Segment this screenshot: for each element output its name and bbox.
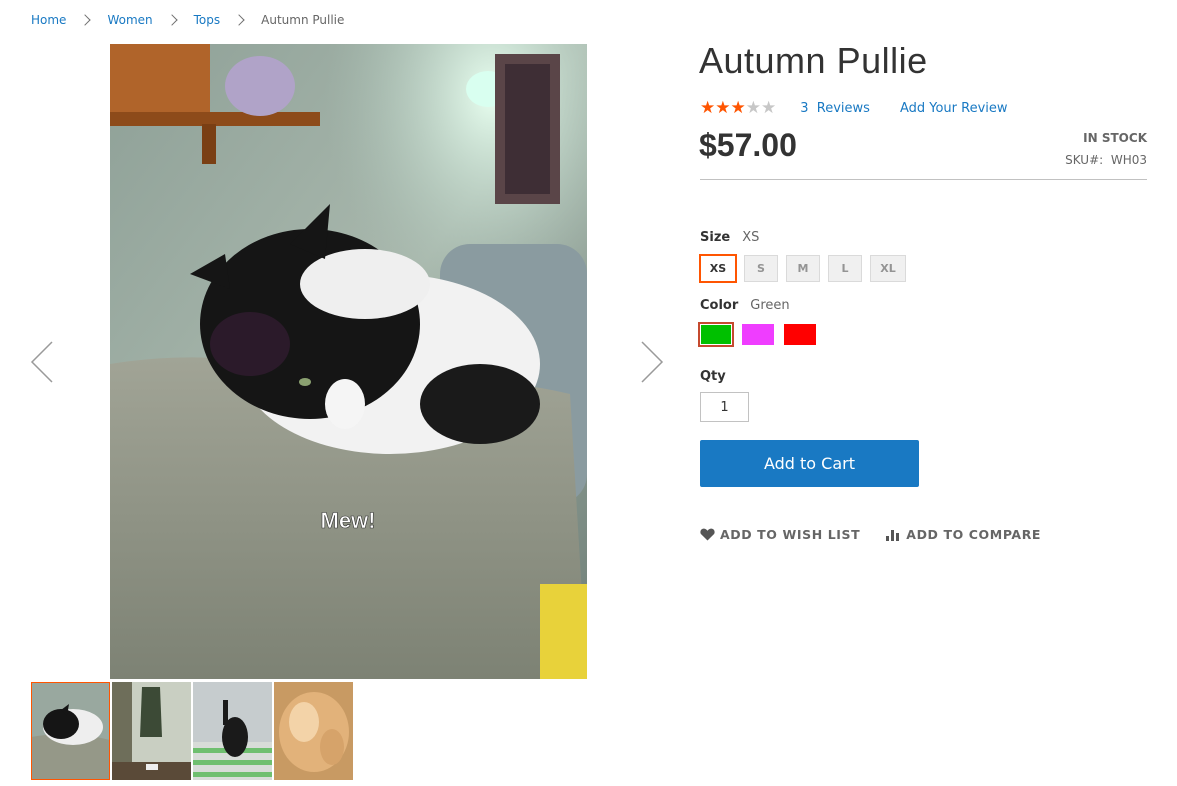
product-sku: SKU#: WH03 [1065,153,1147,167]
bar-chart-icon [886,530,900,541]
thumbnail-1[interactable] [31,682,110,780]
divider [700,179,1147,180]
size-option-label: Size XS [700,230,759,245]
color-selected-value: Green [750,298,790,313]
color-option-label: Color Green [700,298,790,313]
gallery-next-button[interactable] [628,332,668,392]
thumbnail-3[interactable] [193,682,272,780]
reviews-link[interactable]: 3 Reviews [800,101,870,116]
size-swatch-m[interactable]: M [786,255,820,282]
chevron-left-icon [30,341,53,383]
qty-input[interactable] [700,392,749,422]
color-swatch-green[interactable] [698,322,734,347]
breadcrumb-current: Autumn Pullie [261,13,345,27]
thumbnail-2[interactable] [112,682,191,780]
star-empty-icon: ★ [745,98,761,118]
breadcrumb-women[interactable]: Women [107,13,152,27]
size-swatch-l[interactable]: L [828,255,862,282]
chevron-right-icon [233,14,245,26]
size-swatch-xs[interactable]: XS [699,254,737,283]
main-product-image[interactable]: Mew! [110,44,587,679]
breadcrumb: Home Women Tops Autumn Pullie [31,13,344,27]
size-label: Size [700,230,731,245]
chevron-right-icon [641,341,664,383]
reviews-count: 3 [800,100,809,116]
size-selected-value: XS [742,230,760,245]
chevron-right-icon [165,14,178,26]
color-swatch-red[interactable] [784,324,816,345]
color-swatch-purple[interactable] [742,324,774,345]
sku-value: WH03 [1110,153,1147,167]
size-swatches: XS S M L XL [699,254,906,283]
compare-label: ADD TO COMPARE [906,527,1042,542]
breadcrumb-home[interactable]: Home [31,13,66,27]
qty-label: Qty [700,369,726,384]
star-filled-icon: ★ [715,98,731,118]
image-caption: Mew! [321,508,376,533]
add-to-cart-button[interactable]: Add to Cart [700,440,919,487]
size-swatch-s[interactable]: S [744,255,778,282]
color-swatches [698,322,816,347]
qty-label-wrap: Qty [700,369,738,384]
stock-status: IN STOCK [1083,131,1147,145]
gallery-prev-button[interactable] [26,332,66,392]
breadcrumb-tops[interactable]: Tops [194,13,221,27]
heart-icon [700,528,715,541]
product-actions: ADD TO WISH LIST ADD TO COMPARE [700,527,1041,542]
star-filled-icon: ★ [700,98,716,118]
add-to-compare-link[interactable]: ADD TO COMPARE [886,527,1041,542]
sku-label: SKU#: [1065,153,1104,167]
chevron-right-icon [79,14,92,26]
add-to-wishlist-link[interactable]: ADD TO WISH LIST [700,527,860,542]
thumbnail-4[interactable] [274,682,353,780]
page-title: Autumn Pullie [699,40,928,81]
size-swatch-xl[interactable]: XL [870,255,906,282]
rating-summary: ★ ★ ★ ★ ★ 3 Reviews Add Your Review [700,98,1008,118]
add-review-link[interactable]: Add Your Review [900,101,1008,116]
thumbnail-strip [31,682,353,780]
star-empty-icon: ★ [761,98,777,118]
color-label: Color [700,298,739,313]
star-filled-icon: ★ [730,98,746,118]
star-rating: ★ ★ ★ ★ ★ [700,98,777,118]
wishlist-label: ADD TO WISH LIST [720,527,861,542]
product-price: $57.00 [699,127,797,163]
reviews-word: Reviews [816,100,870,116]
